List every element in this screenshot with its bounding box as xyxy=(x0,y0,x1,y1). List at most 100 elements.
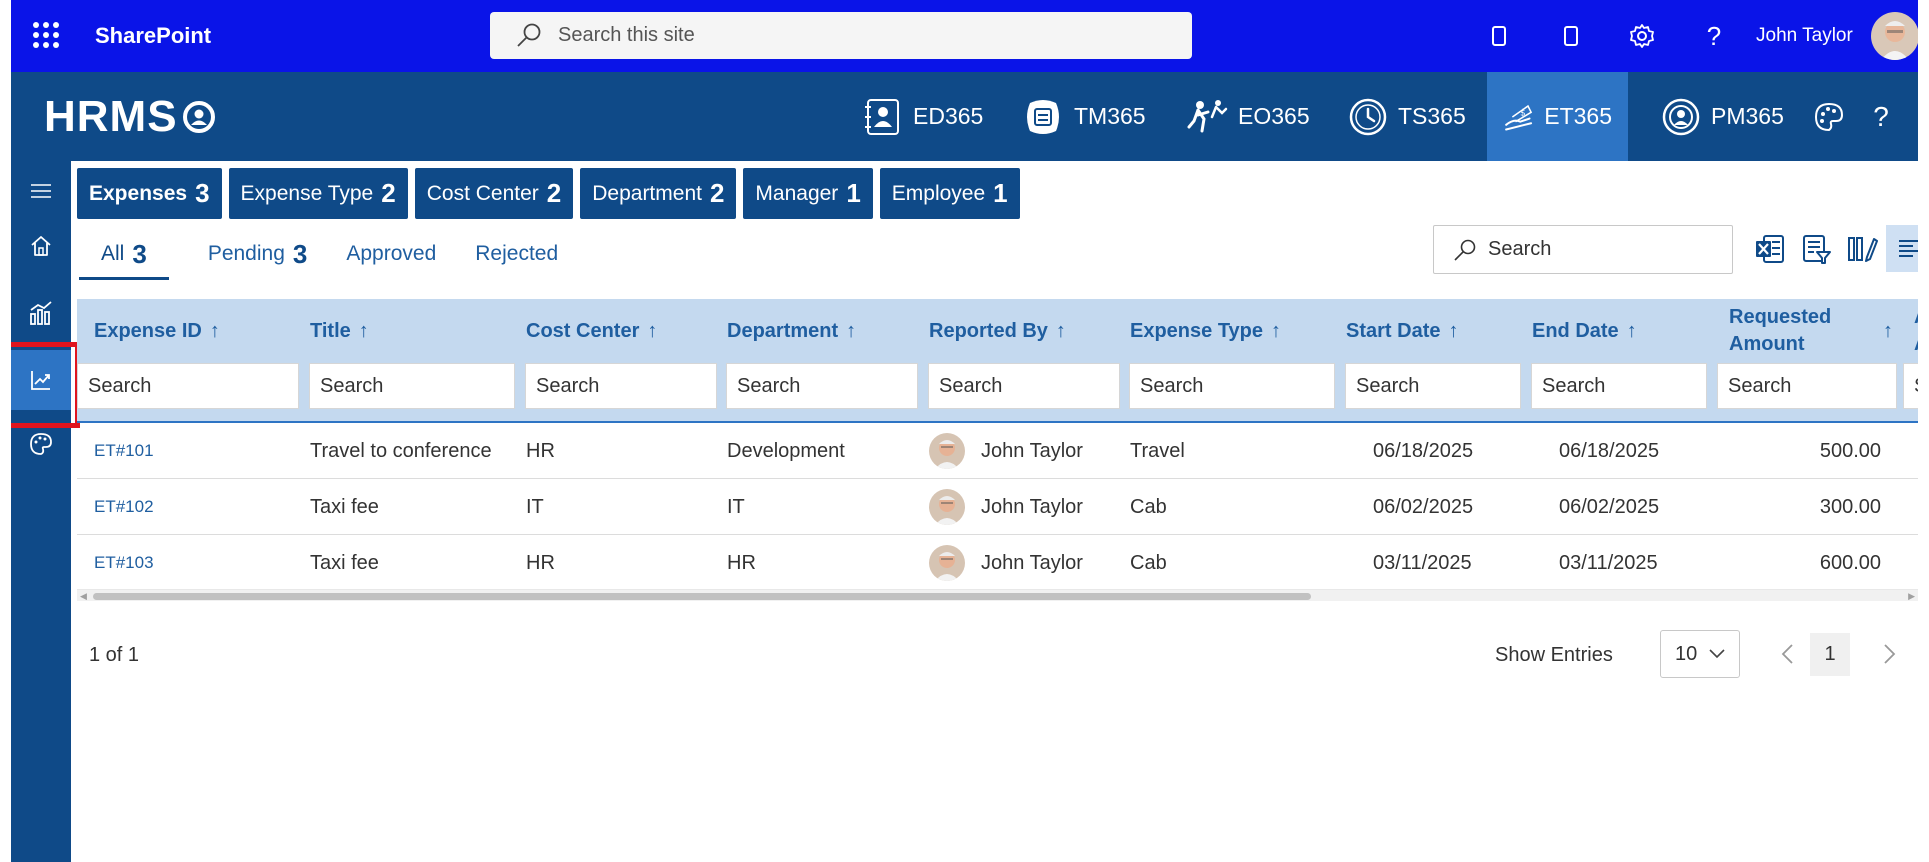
column-header-reported-by[interactable]: Reported By ↑ xyxy=(929,299,1119,363)
task-management-icon xyxy=(1027,99,1059,134)
tab-expenses[interactable]: Expenses 3 xyxy=(77,168,222,219)
grid-search-input[interactable] xyxy=(1488,238,1708,261)
app-launcher-icon[interactable] xyxy=(33,22,59,48)
reporter-name: John Taylor xyxy=(981,551,1083,574)
avatar xyxy=(929,545,965,581)
nav-ed365[interactable]: ED365 xyxy=(853,72,993,161)
column-header-requested-amount[interactable]: Requested Amount ↑ xyxy=(1729,299,1909,363)
column-header-end-date[interactable]: End Date ↑ xyxy=(1532,299,1702,363)
column-header-title[interactable]: Title ↑ xyxy=(310,299,510,363)
page-number[interactable]: 1 xyxy=(1810,633,1850,676)
align-left-icon[interactable] xyxy=(1886,225,1918,272)
table-row[interactable]: ET#101 Travel to conference HR Developme… xyxy=(77,423,1918,479)
expense-id-link[interactable]: ET#101 xyxy=(94,423,154,479)
table-row[interactable]: ET#103 Taxi fee HR HR John Taylor Cab 03… xyxy=(77,535,1918,591)
reporter-name: John Taylor xyxy=(981,495,1083,518)
column-chooser-icon[interactable] xyxy=(1839,225,1885,272)
nav-tm365[interactable]: TM365 xyxy=(1012,72,1156,161)
tab-pending[interactable]: Pending 3 xyxy=(208,232,308,276)
home-icon[interactable] xyxy=(11,216,71,276)
sharepoint-brand[interactable]: SharePoint xyxy=(95,23,211,49)
site-search-input[interactable] xyxy=(558,24,1158,47)
cell-department: IT xyxy=(727,495,745,518)
tab-cost-center[interactable]: Cost Center 2 xyxy=(414,168,574,219)
expense-id-link[interactable]: ET#103 xyxy=(94,535,154,591)
tab-count: 3 xyxy=(132,238,147,269)
table-row[interactable]: ET#102 Taxi fee IT IT John Taylor Cab 06… xyxy=(77,479,1918,535)
column-header-cost-center[interactable]: Cost Center ↑ xyxy=(526,299,716,363)
hrms-logo[interactable]: HRMS xyxy=(44,92,216,142)
filter-reported-by[interactable] xyxy=(928,363,1120,409)
tab-all[interactable]: All 3 xyxy=(79,232,169,280)
status-tabs: All 3 Pending 3 Approved Rejected xyxy=(79,232,597,282)
tab-count: 2 xyxy=(709,178,725,208)
filter-truncated[interactable] xyxy=(1903,363,1918,409)
device-icon[interactable] xyxy=(1483,20,1515,52)
palette-icon[interactable] xyxy=(11,414,71,474)
hamburger-menu-icon[interactable] xyxy=(11,161,71,221)
timesheet-clock-icon xyxy=(1349,98,1387,135)
column-label: Title xyxy=(310,319,351,342)
scroll-right-arrow-icon[interactable]: ▶ xyxy=(1908,591,1915,601)
palette-icon[interactable] xyxy=(1812,100,1846,134)
tab-rejected[interactable]: Rejected xyxy=(475,232,558,276)
tab-count: 1 xyxy=(993,178,1008,208)
filter-expense-type[interactable] xyxy=(1129,363,1335,409)
column-header-truncated[interactable]: AA xyxy=(1914,299,1918,363)
next-page-icon[interactable] xyxy=(1877,638,1903,670)
cell-cost-center: IT xyxy=(526,495,544,518)
nav-pm365[interactable]: PM365 xyxy=(1651,72,1794,161)
cell-department: HR xyxy=(727,551,756,574)
page: SharePoint ? John Taylor HRMS ED365 xyxy=(0,0,1929,862)
sort-arrow-icon: ↑ xyxy=(1055,319,1066,342)
grid-search-box[interactable] xyxy=(1433,225,1733,274)
svg-text:$: $ xyxy=(1520,108,1525,118)
table-header: Expense ID ↑ Title ↑ Cost Center ↑ Departme… xyxy=(77,299,1918,423)
column-header-department[interactable]: Department ↑ xyxy=(727,299,917,363)
column-label: Start Date xyxy=(1346,319,1441,342)
filter-title[interactable] xyxy=(309,363,515,409)
horizontal-scrollbar[interactable]: ◀ ▶ xyxy=(77,589,1918,601)
scrollbar-thumb[interactable] xyxy=(93,593,1311,600)
entries-per-page-select[interactable]: 10 xyxy=(1660,630,1740,678)
gear-icon[interactable] xyxy=(1626,20,1658,52)
cell-title: Taxi fee xyxy=(310,551,379,574)
column-label-line: A xyxy=(1914,331,1918,358)
analytics-icon[interactable] xyxy=(11,283,71,343)
tab-employee[interactable]: Employee 1 xyxy=(879,168,1020,219)
tab-expense-type[interactable]: Expense Type 2 xyxy=(228,168,408,219)
prev-page-icon[interactable] xyxy=(1774,638,1800,670)
device-icon[interactable] xyxy=(1555,20,1587,52)
excel-export-icon[interactable] xyxy=(1747,225,1793,272)
scroll-left-arrow-icon[interactable]: ◀ xyxy=(80,591,87,601)
nav-eo365[interactable]: EO365 xyxy=(1176,72,1320,161)
tab-department[interactable]: Department 2 xyxy=(580,168,737,219)
column-label: Cost Center xyxy=(526,319,640,342)
column-header-expense-id[interactable]: Expense ID ↑ xyxy=(94,299,294,363)
column-header-start-date[interactable]: Start Date ↑ xyxy=(1346,299,1526,363)
filter-start-date[interactable] xyxy=(1345,363,1521,409)
filter-end-date[interactable] xyxy=(1531,363,1707,409)
help-icon[interactable]: ? xyxy=(1698,20,1730,52)
column-header-expense-type[interactable]: Expense Type ↑ xyxy=(1130,299,1330,363)
expense-id-link[interactable]: ET#102 xyxy=(94,479,154,535)
nav-et365[interactable]: $ ET365 xyxy=(1487,72,1628,161)
cell-start-date: 06/18/2025 xyxy=(1373,439,1474,462)
filter-expense-id[interactable] xyxy=(77,363,299,409)
trend-chart-icon[interactable] xyxy=(11,350,71,410)
column-label-line: A xyxy=(1914,304,1918,331)
filter-list-icon[interactable] xyxy=(1793,225,1839,272)
cell-end-date: 06/18/2025 xyxy=(1559,439,1660,462)
filter-cost-center[interactable] xyxy=(525,363,717,409)
help-icon[interactable]: ? xyxy=(1864,100,1898,134)
nav-ts365[interactable]: TS365 xyxy=(1338,72,1476,161)
tab-manager[interactable]: Manager 1 xyxy=(743,168,873,219)
user-name[interactable]: John Taylor xyxy=(1756,25,1853,47)
cell-reported-by: John Taylor xyxy=(929,535,1083,591)
tab-approved[interactable]: Approved xyxy=(346,232,436,276)
avatar[interactable] xyxy=(1871,12,1918,60)
filter-requested-amount[interactable] xyxy=(1717,363,1897,409)
filter-department[interactable] xyxy=(726,363,918,409)
app-frame: SharePoint ? John Taylor HRMS ED365 xyxy=(11,0,1918,862)
site-search-box[interactable] xyxy=(490,12,1192,59)
